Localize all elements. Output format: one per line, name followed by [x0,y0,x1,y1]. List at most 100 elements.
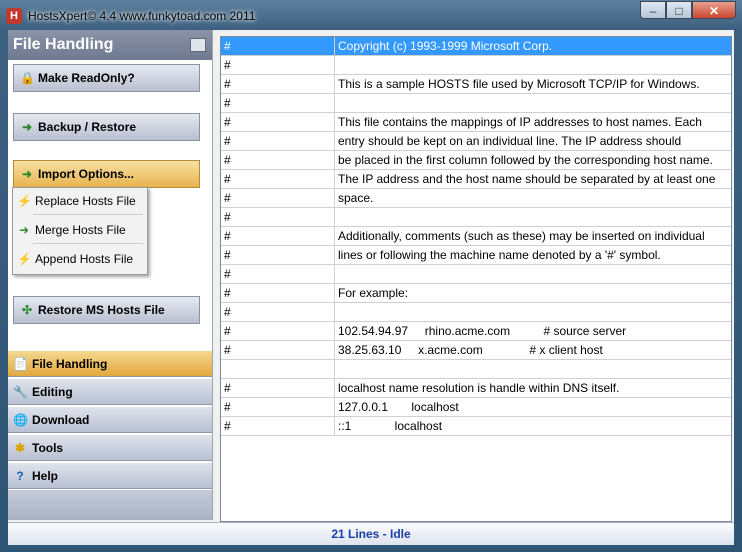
nav-item-label: Tools [32,441,64,455]
left-panel: File Handling 🔒 Make ReadOnly? ➜ Backup … [8,30,213,520]
table-row[interactable]: #102.54.94.97 rhino.acme.com # source se… [221,322,731,341]
entry-cell[interactable] [335,303,731,322]
menu-item-label: Append Hosts File [35,252,134,266]
comment-cell[interactable]: # [221,227,335,246]
entry-cell[interactable] [335,56,731,75]
collapse-icon[interactable] [190,38,206,52]
entry-cell[interactable]: This is a sample HOSTS file used by Micr… [335,75,731,94]
comment-cell[interactable]: # [221,246,335,265]
table-row[interactable]: # This file contains the mappings of IP a… [221,113,731,132]
comment-cell[interactable]: # [221,379,335,398]
entry-cell[interactable]: The IP address and the host name should … [335,170,731,189]
comment-cell[interactable]: # [221,189,335,208]
restore-ms-hosts-label: Restore MS Hosts File [38,303,165,317]
nav-item-editing[interactable]: 🔧 Editing [8,378,212,405]
comment-cell[interactable]: # [221,398,335,417]
table-row[interactable]: # [221,265,731,284]
hosts-grid[interactable]: # Copyright (c) 1993-1999 Microsoft Corp.… [220,36,732,522]
table-row[interactable]: # Additionally, comments (such as these) … [221,227,731,246]
import-options-button[interactable]: ➜ Import Options... [13,160,200,188]
title-bar[interactable]: H HostsXpert© 4.4 www.funkytoad.com 2011… [0,0,742,30]
entry-cell[interactable]: lines or following the machine name deno… [335,246,731,265]
replace-icon: ⚡ [17,194,32,208]
table-row[interactable]: # Copyright (c) 1993-1999 Microsoft Corp. [221,37,731,56]
close-button[interactable]: ✕ [692,1,736,19]
comment-cell[interactable]: # [221,208,335,227]
entry-cell[interactable]: entry should be kept on an individual li… [335,132,731,151]
table-row[interactable] [221,360,731,379]
menu-item-merge-hosts[interactable]: ➜ Merge Hosts File [13,218,147,242]
table-row[interactable]: #38.25.63.10 x.acme.com # x client host [221,341,731,360]
backup-restore-button[interactable]: ➜ Backup / Restore [13,113,200,141]
comment-cell[interactable]: # [221,170,335,189]
comment-cell[interactable]: # [221,284,335,303]
nav-item-tools[interactable]: ✱ Tools [8,434,212,461]
comment-cell[interactable]: # [221,303,335,322]
entry-cell[interactable]: This file contains the mappings of IP ad… [335,113,731,132]
window-title: HostsXpert© 4.4 www.funkytoad.com 2011 [28,9,256,23]
table-row[interactable]: # space. [221,189,731,208]
comment-cell[interactable] [221,360,335,379]
maximize-button[interactable]: □ [666,1,692,19]
table-row[interactable]: # entry should be kept on an individual l… [221,132,731,151]
entry-cell[interactable]: 38.25.63.10 x.acme.com # x client host [335,341,731,360]
nav-item-label: Download [32,413,90,427]
nav-item-help[interactable]: ? Help [8,462,212,489]
entry-cell[interactable] [335,265,731,284]
entry-cell[interactable] [335,208,731,227]
entry-cell[interactable]: ::1 localhost [335,417,731,436]
menu-item-append-hosts[interactable]: ⚡ Append Hosts File [13,247,147,271]
table-row[interactable]: #::1 localhost [221,417,731,436]
comment-cell[interactable]: # [221,132,335,151]
import-options-label: Import Options... [38,167,134,181]
import-options-menu: ⚡ Replace Hosts File ➜ Merge Hosts File … [12,187,148,275]
comment-cell[interactable]: # [221,37,335,56]
table-row[interactable]: # [221,208,731,227]
table-row[interactable]: # [221,94,731,113]
table-row[interactable]: # lines or following the machine name den… [221,246,731,265]
menu-item-replace-hosts[interactable]: ⚡ Replace Hosts File [13,189,147,213]
comment-cell[interactable]: # [221,94,335,113]
entry-cell[interactable]: be placed in the first column followed b… [335,151,731,170]
entry-cell[interactable] [335,360,731,379]
menu-separator [33,243,143,244]
table-row[interactable]: # [221,56,731,75]
file-icon: 📄 [13,357,28,371]
comment-cell[interactable]: # [221,113,335,132]
backup-restore-label: Backup / Restore [38,120,137,134]
entry-cell[interactable]: localhost name resolution is handle with… [335,379,731,398]
comment-cell[interactable]: # [221,265,335,284]
globe-icon: 🌐 [13,413,28,427]
table-row[interactable]: # For example: [221,284,731,303]
table-row[interactable]: # be placed in the first column followed … [221,151,731,170]
comment-cell[interactable]: # [221,151,335,170]
nav-item-file-handling[interactable]: 📄 File Handling [8,350,212,377]
nav-item-download[interactable]: 🌐 Download [8,406,212,433]
entry-cell[interactable]: Additionally, comments (such as these) m… [335,227,731,246]
entry-cell[interactable]: 127.0.0.1 localhost [335,398,731,417]
table-row[interactable]: # [221,303,731,322]
entry-cell[interactable]: space. [335,189,731,208]
app-icon[interactable]: H [6,8,22,24]
entry-cell[interactable] [335,94,731,113]
comment-cell[interactable]: # [221,56,335,75]
merge-icon: ➜ [18,223,30,237]
make-readonly-button[interactable]: 🔒 Make ReadOnly? [13,64,200,92]
table-row[interactable]: # This is a sample HOSTS file used by Mic… [221,75,731,94]
nav-item-label: File Handling [32,357,108,371]
table-row[interactable]: # The IP address and the host name should… [221,170,731,189]
panel-title: File Handling [13,36,114,53]
table-row[interactable]: # localhost name resolution is handle wit… [221,379,731,398]
lock-icon: 🔒 [20,71,35,85]
minimize-button[interactable]: – [640,1,666,19]
entry-cell[interactable]: Copyright (c) 1993-1999 Microsoft Corp. [335,37,731,56]
table-row[interactable]: #127.0.0.1 localhost [221,398,731,417]
comment-cell[interactable]: # [221,341,335,360]
entry-cell[interactable]: For example: [335,284,731,303]
comment-cell[interactable]: # [221,417,335,436]
comment-cell[interactable]: # [221,75,335,94]
restore-ms-hosts-button[interactable]: ✣ Restore MS Hosts File [13,296,200,324]
entry-cell[interactable]: 102.54.94.97 rhino.acme.com # source ser… [335,322,731,341]
comment-cell[interactable]: # [221,322,335,341]
recycle-icon: ✣ [21,303,33,317]
